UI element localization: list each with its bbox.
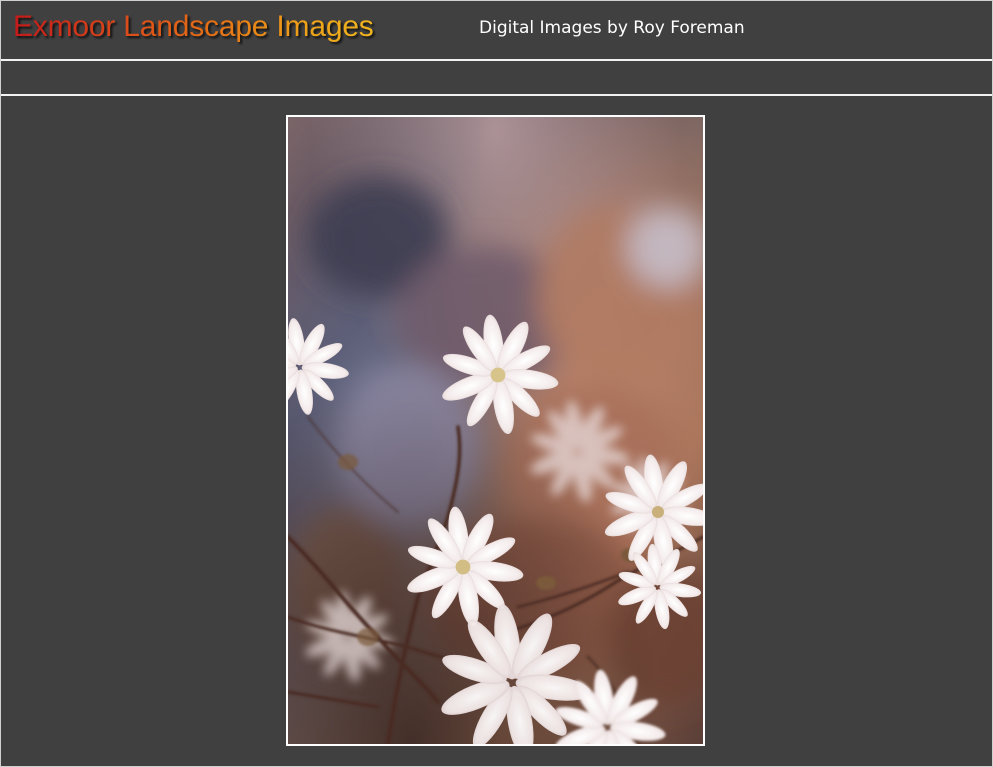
site-subtitle: Digital Images by Roy Foreman xyxy=(479,18,745,38)
site-header: Exmoor Landscape Images Digital Images b… xyxy=(1,1,992,59)
nav-divider xyxy=(1,94,992,96)
magnolia-photo xyxy=(288,117,703,744)
page-frame: Exmoor Landscape Images Digital Images b… xyxy=(0,0,993,767)
featured-photo[interactable] xyxy=(286,115,705,746)
nav-bar xyxy=(1,61,992,94)
site-title[interactable]: Exmoor Landscape Images xyxy=(13,9,374,45)
